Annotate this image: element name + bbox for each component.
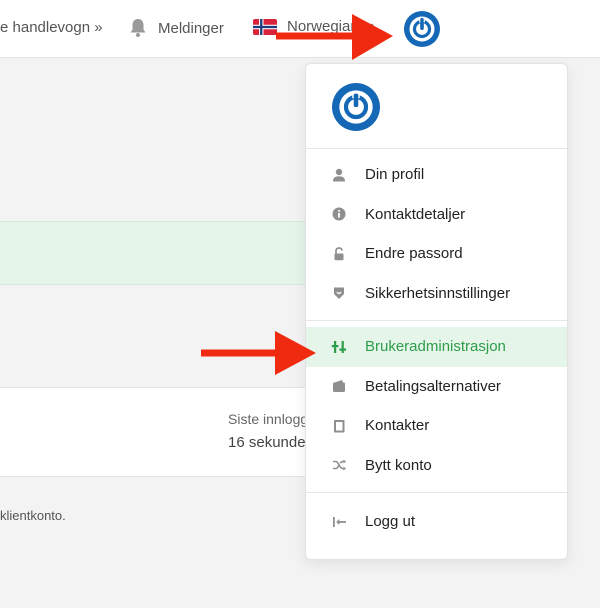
cart-link[interactable]: e handlevogn » (0, 19, 103, 36)
menu-group-logout: Logg ut (306, 493, 567, 549)
shield-icon (331, 285, 347, 301)
menu-item-security-settings[interactable]: Sikkerhetsinnstillinger (306, 274, 567, 314)
menu-item-label: Kontaktdetaljer (365, 205, 466, 223)
menu-item-label: Brukeradministrasjon (365, 338, 506, 356)
menu-item-contacts[interactable]: Kontakter (306, 406, 567, 446)
menu-item-label: Din profil (365, 166, 425, 184)
menu-item-profile[interactable]: Din profil (306, 155, 567, 195)
menu-item-change-password[interactable]: Endre passord (306, 234, 567, 274)
avatar (332, 83, 380, 131)
info-icon (331, 206, 347, 222)
menu-item-payment-options[interactable]: Betalingsalternativer (306, 367, 567, 407)
menu-item-label: Betalingsalternativer (365, 377, 501, 395)
user-dropdown-menu: Din profil Kontaktdetaljer Endre passord… (305, 63, 568, 560)
annotation-arrow-menu-icon (201, 331, 316, 375)
menu-item-label: Kontakter (365, 417, 430, 435)
menu-group-profile: Din profil Kontaktdetaljer Endre passord… (306, 149, 567, 321)
contacts-icon (331, 418, 347, 434)
account-info-card: Siste innlogging 16 sekunder (0, 387, 327, 477)
menu-item-contact-details[interactable]: Kontaktdetaljer (306, 195, 567, 235)
menu-item-switch-account[interactable]: Bytt konto (306, 446, 567, 486)
logout-icon (331, 514, 347, 530)
annotation-arrow-top-icon (276, 14, 393, 60)
menu-item-label: Endre passord (365, 245, 463, 263)
norway-flag-icon (253, 18, 277, 35)
menu-item-label: Bytt konto (365, 456, 432, 474)
dropdown-header (306, 64, 567, 149)
notifications-label: Meldinger (158, 19, 224, 37)
notifications-link[interactable]: Meldinger (129, 18, 224, 38)
bell-icon (129, 18, 147, 38)
footer-note: klientkonto. (0, 508, 66, 523)
last-login-value: 16 sekunder (228, 434, 311, 451)
success-banner (0, 221, 305, 285)
menu-item-user-admin[interactable]: Brukeradministrasjon (306, 327, 567, 367)
user-avatar-button[interactable] (404, 11, 440, 47)
menu-item-label: Logg ut (365, 513, 416, 531)
user-admin-icon (331, 339, 347, 355)
menu-item-logout[interactable]: Logg ut (306, 502, 567, 542)
menu-item-label: Sikkerhetsinnstillinger (365, 284, 511, 302)
wallet-icon (331, 378, 347, 394)
shuffle-icon (331, 457, 347, 473)
avatar-power-icon (404, 11, 440, 47)
unlock-icon (331, 246, 347, 262)
user-icon (331, 167, 347, 183)
menu-group-admin: Brukeradministrasjon Betalingsalternativ… (306, 321, 567, 493)
